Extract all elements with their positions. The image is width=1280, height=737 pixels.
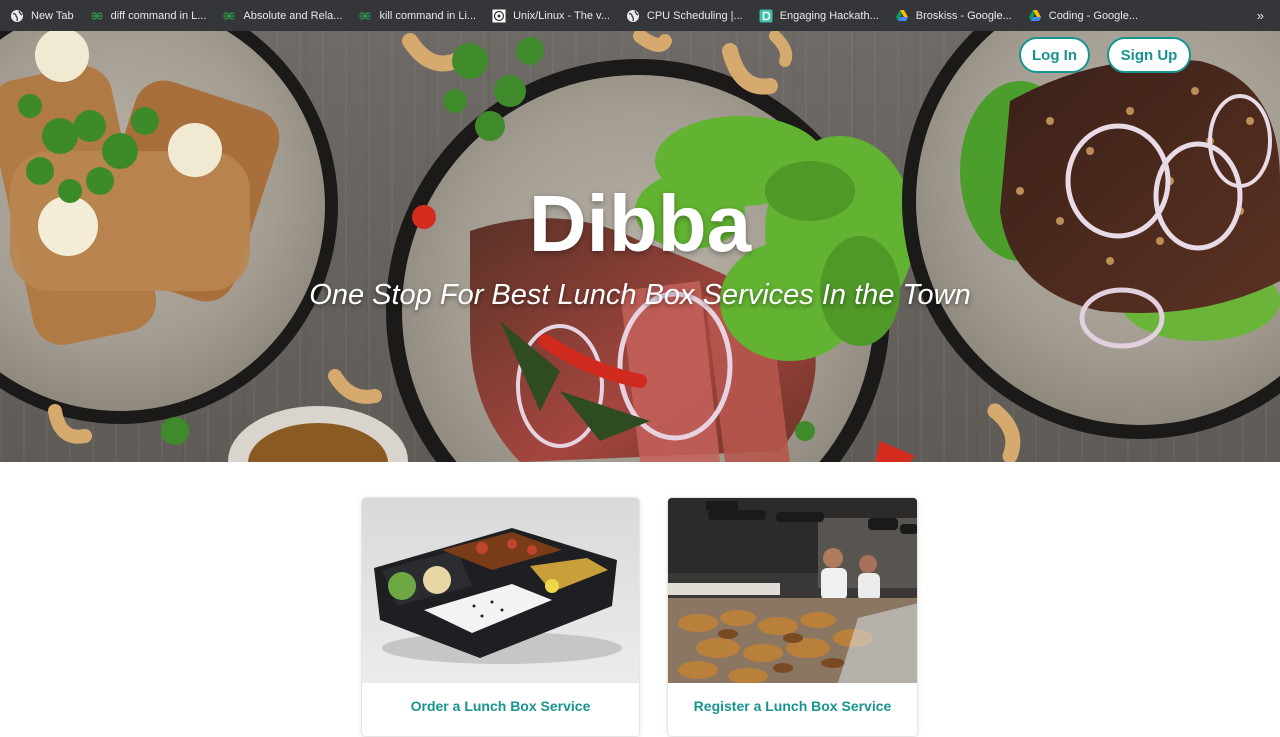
globe-icon	[626, 9, 639, 22]
bookmark-coding-drive[interactable]: Coding - Google...	[1028, 0, 1138, 31]
bookmark-label: Engaging Hackath...	[779, 9, 879, 22]
hero-tagline: One Stop For Best Lunch Box Services In …	[309, 279, 971, 311]
bookmark-label: diff command in L...	[110, 9, 207, 22]
register-card-caption[interactable]: Register a Lunch Box Service	[668, 698, 917, 714]
bookmark-broskiss-drive[interactable]: Broskiss - Google...	[895, 0, 1012, 31]
google-drive-icon	[1028, 9, 1041, 21]
lunch-box-tray-image	[362, 498, 639, 683]
bookmark-absolute-relative[interactable]: Absolute and Rela...	[222, 0, 342, 31]
globe-icon	[11, 9, 23, 22]
bookmark-label: New Tab	[31, 9, 74, 22]
brand-title: Dibba	[528, 179, 752, 268]
bookmark-kill-command[interactable]: kill command in Li...	[358, 0, 476, 31]
hero-banner: Dibba One Stop For Best Lunch Box Servic…	[0, 31, 1280, 462]
geeksforgeeks-icon	[90, 11, 103, 20]
register-lunch-box-card[interactable]: Register a Lunch Box Service	[667, 497, 918, 737]
bookmark-new-tab[interactable]: New Tab	[10, 0, 74, 31]
bookmarks-bar: New Tab diff command in L... Absolute an…	[0, 0, 1280, 31]
bookmark-label: Unix/Linux - The v...	[513, 9, 610, 22]
bookmark-unix-linux[interactable]: Unix/Linux - The v...	[492, 0, 610, 31]
bakery-counter-image	[668, 498, 917, 683]
order-lunch-box-card[interactable]: Order a Lunch Box Service	[361, 497, 640, 737]
signup-button[interactable]: Sign Up	[1107, 37, 1191, 73]
login-button[interactable]: Log In	[1019, 37, 1090, 73]
geeksforgeeks-icon	[359, 11, 372, 20]
bookmark-label: Coding - Google...	[1048, 9, 1139, 22]
bookmarks-overflow-button[interactable]: »	[1257, 0, 1264, 31]
bookmark-engaging-hackathons[interactable]: Engaging Hackath...	[759, 0, 879, 31]
bookmark-label: CPU Scheduling |...	[646, 9, 743, 22]
google-drive-icon	[895, 9, 908, 21]
site-icon	[492, 9, 506, 22]
bookmark-label: Broskiss - Google...	[915, 9, 1012, 22]
bookmark-label: Absolute and Rela...	[243, 9, 343, 22]
bookmark-label: kill command in Li...	[379, 9, 477, 22]
bookmark-diff-command[interactable]: diff command in L...	[90, 0, 207, 31]
devfolio-icon	[759, 9, 773, 22]
bookmark-cpu-scheduling[interactable]: CPU Scheduling |...	[626, 0, 743, 31]
order-card-caption[interactable]: Order a Lunch Box Service	[362, 698, 639, 714]
geeksforgeeks-icon	[223, 11, 236, 20]
